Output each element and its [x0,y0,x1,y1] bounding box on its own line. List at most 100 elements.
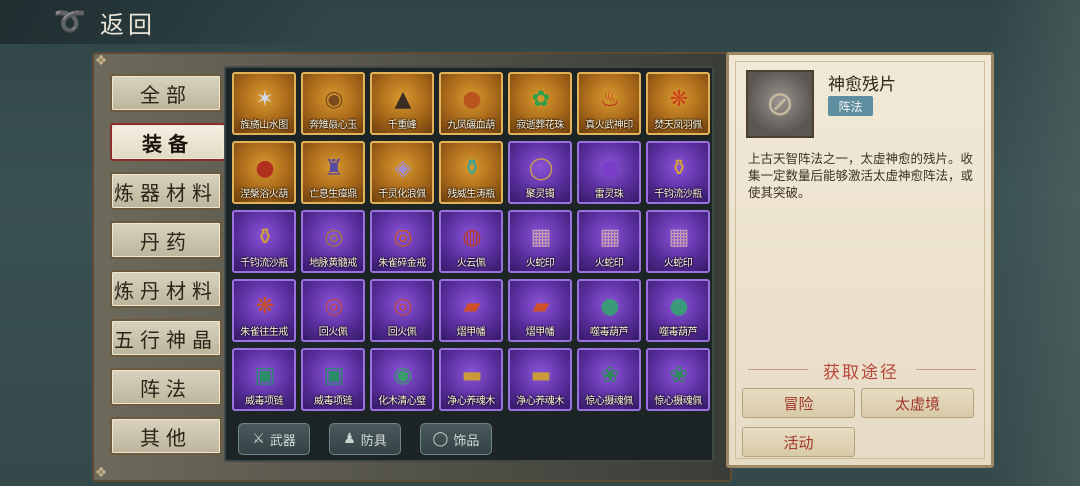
item-slot[interactable]: ● 九凤碾血葫 [439,72,503,135]
item-icon: ◎ [324,224,344,250]
item-label: 朱雀碎金戒 [378,258,426,269]
item-slot[interactable]: ✶ 旌旖山水图 [232,72,296,135]
item-icon: ❋ [669,86,689,112]
filter-button[interactable]: ⚔ 武器 [238,423,310,455]
category-list: 全部装备炼器材料丹药炼丹材料五行神晶阵法其他 [110,74,226,466]
item-slot[interactable]: ✿ 寂逝葬花珠 [508,72,572,135]
item-label: 残威生涛瓶 [447,189,495,200]
ring-icon: ◯ [432,431,449,447]
item-slot[interactable]: ● 噬毒葫芦 [577,279,641,342]
item-label: 威毒项链 [314,396,353,407]
item-icon: ▦ [599,224,621,250]
item-slot[interactable]: ▦ 火蛇印 [577,210,641,273]
category-tab[interactable]: 炼丹材料 [110,270,222,308]
sword-icon: ⚔ [252,431,265,447]
category-tab[interactable]: 炼器材料 [110,172,222,210]
item-label: 火云佩 [456,258,486,269]
item-slot[interactable]: ❋ 朱雀往生戒 [232,279,296,342]
back-bar[interactable]: ➰ 返回 [0,0,330,44]
back-arrow-icon[interactable]: ➰ [52,8,92,36]
item-icon: ✿ [531,86,551,112]
item-label: 火蛇印 [594,258,624,269]
item-label: 九凤碾血葫 [447,120,495,131]
item-icon: ◎ [324,293,344,319]
item-icon: ◈ [394,155,412,181]
item-label: 聚灵镯 [525,189,555,200]
source-button-event[interactable]: 活动 [742,427,855,457]
category-tab[interactable]: 丹药 [110,221,222,259]
item-slot[interactable]: ◍ 火云佩 [439,210,503,273]
item-icon: ▣ [323,362,345,388]
item-icon: ⚱ [669,155,689,181]
frame-corner-icon: ❖ [94,53,108,69]
item-slot[interactable]: ◉ 奔雉赑心玉 [301,72,365,135]
item-label: 净心养魂木 [447,396,495,407]
item-icon: ● [669,293,689,319]
item-icon: ▦ [668,224,690,250]
item-slot[interactable]: ▦ 火蛇印 [508,210,572,273]
filter-button[interactable]: ♟ 防具 [329,423,401,455]
item-icon: ⚱ [255,224,275,250]
item-icon: ◎ [393,224,413,250]
item-label: 威毒项链 [245,396,284,407]
item-slot[interactable]: ♨ 真火武神印 [577,72,641,135]
item-slot[interactable]: ▣ 威毒项链 [301,348,365,411]
item-slot[interactable]: ◈ 千灵化浪佩 [370,141,434,204]
item-label: 惊心摄魂佩 [654,396,702,407]
item-icon: ❋ [255,293,275,319]
item-slot[interactable]: ⚱ 千钧流沙瓶 [232,210,296,273]
item-icon: ▬ [530,362,552,388]
item-slot[interactable]: ▣ 威毒项链 [232,348,296,411]
category-tab[interactable]: 阵法 [110,368,222,406]
item-icon: ♨ [600,86,620,112]
item-slot[interactable]: ▬ 净心养魂木 [508,348,572,411]
item-slot[interactable]: ♜ 亡息生瘴鼎 [301,141,365,204]
item-label: 净心养魂木 [516,396,564,407]
item-slot[interactable]: ❀ 惊心摄魂佩 [577,348,641,411]
item-slot[interactable]: ● 噬毒葫芦 [646,279,710,342]
item-slot[interactable]: ◯ 聚灵镯 [508,141,572,204]
item-slot[interactable]: ◎ 回火佩 [301,279,365,342]
item-slot[interactable]: ● 涅槃浴火葫 [232,141,296,204]
category-tab[interactable]: 五行神晶 [110,319,222,357]
item-icon: ◎ [393,293,413,319]
background-mist [990,0,1080,486]
item-slot[interactable]: ❀ 惊心摄魂佩 [646,348,710,411]
source-button-taixu[interactable]: 太虚境 [861,388,974,418]
item-slot[interactable]: ● 雷灵珠 [577,141,641,204]
item-slot[interactable]: ◎ 地脉黄髓戒 [301,210,365,273]
category-tab[interactable]: 全部 [110,74,222,112]
item-slot[interactable]: ◎ 朱雀碎金戒 [370,210,434,273]
item-label: 寂逝葬花珠 [516,120,564,131]
item-label: 涅槃浴火葫 [240,189,288,200]
source-button-adventure[interactable]: 冒险 [742,388,855,418]
filter-row: ⚔ 武器 ♟ 防具 ◯ 饰品 [238,423,492,455]
item-slot[interactable]: ◎ 回火佩 [370,279,434,342]
item-slot[interactable]: ❋ 焚天凤羽佩 [646,72,710,135]
frame-corner-icon: ❖ [94,465,108,481]
category-tab[interactable]: 装备 [110,123,226,161]
item-slot[interactable]: ▲ 千重峰 [370,72,434,135]
item-thumbnail-icon: ⊘ [746,70,814,138]
item-label: 地脉黄髓戒 [309,258,357,269]
category-tab[interactable]: 其他 [110,417,222,455]
item-label: 熠甲幡 [456,327,486,338]
item-icon: ● [600,155,620,181]
item-slot[interactable]: ⚱ 残威生涛瓶 [439,141,503,204]
item-slot[interactable]: ▰ 熠甲幡 [508,279,572,342]
item-slot[interactable]: ▬ 净心养魂木 [439,348,503,411]
item-label: 噬毒葫芦 [590,327,629,338]
item-slot[interactable]: ⚱ 千钧流沙瓶 [646,141,710,204]
item-description: 上古天智阵法之一，太虚神愈的残片。收集一定数量后能够激活太虚神愈阵法，或使其突破… [748,151,974,200]
source-divider-right [916,369,976,370]
item-slot[interactable]: ▰ 熠甲幡 [439,279,503,342]
item-slot[interactable]: ◉ 化木清心璧 [370,348,434,411]
back-label[interactable]: 返回 [100,5,156,40]
item-type-tag: 阵法 [828,96,873,116]
item-slot[interactable]: ▦ 火蛇印 [646,210,710,273]
filter-button[interactable]: ◯ 饰品 [420,423,492,455]
item-label: 焚天凤羽佩 [654,120,702,131]
item-label: 千重峰 [387,120,417,131]
item-label: 噬毒葫芦 [659,327,698,338]
item-icon: ▦ [530,224,552,250]
